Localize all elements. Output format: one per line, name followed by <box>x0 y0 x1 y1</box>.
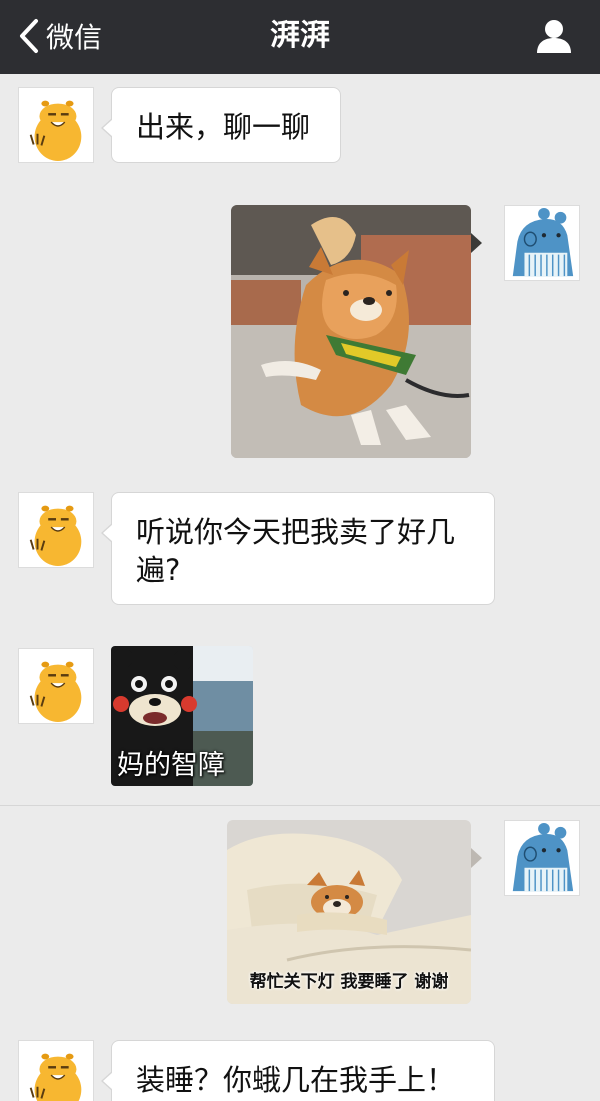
message-text-line-1: 听说你今天把我卖了好几 <box>136 515 456 549</box>
chat-title: 湃湃 <box>270 18 330 53</box>
capybara-avatar[interactable] <box>18 1040 94 1101</box>
back-button[interactable]: 微信 <box>16 14 102 58</box>
blue-creature-avatar[interactable] <box>504 205 580 281</box>
message-bubble-1[interactable]: 出来，聊一聊 <box>101 87 341 163</box>
blue-creature-avatar[interactable] <box>504 820 580 896</box>
kumamon-meme[interactable]: 妈的智障 <box>111 646 253 786</box>
meme-caption: 妈的智障 <box>117 750 225 781</box>
message-bubble-3[interactable]: 听说你今天把我卖了好几 遍? <box>101 492 495 605</box>
meme-caption: 帮忙关下灯 我要睡了 谢谢 <box>249 972 449 992</box>
message-text-line-2: 遍? <box>136 553 181 587</box>
navbar: 微信 湃湃 <box>0 0 600 74</box>
person-icon[interactable] <box>534 16 574 56</box>
shiba-stretching-photo[interactable] <box>231 205 471 458</box>
message-text-1: 出来，聊一聊 <box>136 110 311 144</box>
chevron-left-icon <box>20 19 38 53</box>
back-label: 微信 <box>46 21 103 54</box>
divider <box>0 805 600 806</box>
bubble-tail <box>471 233 482 253</box>
message-text-6: 装睡？你蛾几在我手上！ <box>136 1063 456 1097</box>
capybara-avatar[interactable] <box>18 648 94 724</box>
message-bubble-6[interactable]: 装睡？你蛾几在我手上！ <box>101 1040 495 1101</box>
capybara-avatar[interactable] <box>18 492 94 568</box>
capybara-avatar[interactable] <box>18 87 94 163</box>
bubble-tail <box>471 848 482 868</box>
shiba-in-bed-meme[interactable]: 帮忙关下灯 我要睡了 谢谢 <box>227 820 471 1004</box>
